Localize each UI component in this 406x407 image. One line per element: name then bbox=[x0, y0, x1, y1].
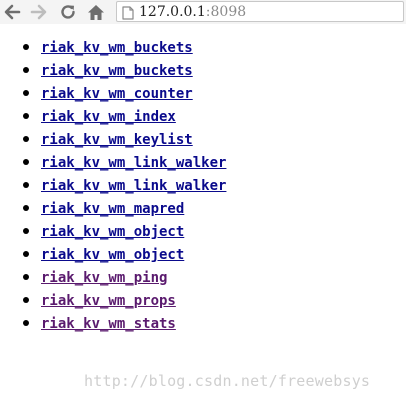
bullet-icon bbox=[23, 113, 29, 119]
bullet-icon bbox=[23, 205, 29, 211]
bullet-icon bbox=[23, 136, 29, 142]
list-item: riak_kv_wm_buckets bbox=[0, 37, 226, 60]
list-item: riak_kv_wm_index bbox=[0, 106, 226, 129]
list-item: riak_kv_wm_link_walker bbox=[0, 152, 226, 175]
watermark: http://blog.csdn.net/freewebsys bbox=[84, 372, 371, 390]
bullet-icon bbox=[23, 228, 29, 234]
bullet-icon bbox=[23, 159, 29, 165]
resource-list: riak_kv_wm_buckets riak_kv_wm_bucketsriak… bbox=[0, 37, 226, 336]
list-item: riak_kv_wm_link_walker bbox=[0, 175, 226, 198]
list-item: riak_kv_wm_mapred bbox=[0, 198, 226, 221]
address-bar[interactable]: 127.0.0.1:8098 bbox=[116, 1, 404, 22]
bullet-icon bbox=[23, 274, 29, 280]
resource-link[interactable]: riak_kv_wm_link_walker bbox=[41, 178, 226, 194]
list-item: riak_kv_wm_stats bbox=[0, 313, 226, 336]
url-text: 127.0.0.1:8098 bbox=[139, 3, 246, 21]
resource-link[interactable]: riak_kv_wm_stats bbox=[41, 316, 176, 332]
url-host: 127.0.0.1 bbox=[139, 4, 206, 20]
home-icon bbox=[87, 4, 105, 21]
bullet-icon bbox=[23, 297, 29, 303]
forward-icon bbox=[30, 4, 48, 20]
resource-link[interactable]: riak_kv_wm_object bbox=[41, 247, 184, 263]
bullet-icon bbox=[23, 182, 29, 188]
list-item: riak_kv_wm_ping bbox=[0, 267, 226, 290]
forward-button[interactable] bbox=[29, 2, 49, 22]
back-button[interactable] bbox=[2, 2, 22, 22]
list-item: riak_kv_wm_counter bbox=[0, 83, 226, 106]
bullet-icon bbox=[23, 251, 29, 257]
resource-link[interactable]: riak_kv_wm_object bbox=[41, 224, 184, 240]
browser-toolbar: 127.0.0.1:8098 bbox=[0, 0, 406, 24]
resource-link[interactable]: riak_kv_wm_ping bbox=[41, 270, 167, 286]
resource-link[interactable]: riak_kv_wm_link_walker bbox=[41, 155, 226, 171]
bullet-icon bbox=[23, 320, 29, 326]
list-item: riak_kv_wm_buckets bbox=[0, 60, 226, 83]
url-port: :8098 bbox=[205, 4, 247, 20]
bullet-icon bbox=[23, 67, 29, 73]
page-icon bbox=[122, 5, 134, 24]
resource-link[interactable]: riak_kv_wm_index bbox=[41, 109, 176, 125]
resource-link[interactable]: riak_kv_wm_keylist bbox=[41, 132, 193, 148]
resource-link[interactable]: riak_kv_wm_buckets bbox=[41, 40, 193, 56]
reload-icon bbox=[59, 3, 77, 21]
resource-link[interactable]: riak_kv_wm_mapred bbox=[41, 201, 184, 217]
reload-button[interactable] bbox=[58, 2, 78, 22]
list-item: riak_kv_wm_keylist bbox=[0, 129, 226, 152]
resource-link[interactable]: riak_kv_wm_buckets bbox=[41, 63, 193, 79]
bullet-icon bbox=[23, 44, 29, 50]
list-item: riak_kv_wm_object bbox=[0, 221, 226, 244]
resource-link[interactable]: riak_kv_wm_props bbox=[41, 293, 176, 309]
list-item: riak_kv_wm_props bbox=[0, 290, 226, 313]
resource-link[interactable]: riak_kv_wm_counter bbox=[41, 86, 193, 102]
list-item: riak_kv_wm_object bbox=[0, 244, 226, 267]
back-icon bbox=[3, 4, 21, 20]
home-button[interactable] bbox=[86, 2, 106, 22]
bullet-icon bbox=[23, 90, 29, 96]
